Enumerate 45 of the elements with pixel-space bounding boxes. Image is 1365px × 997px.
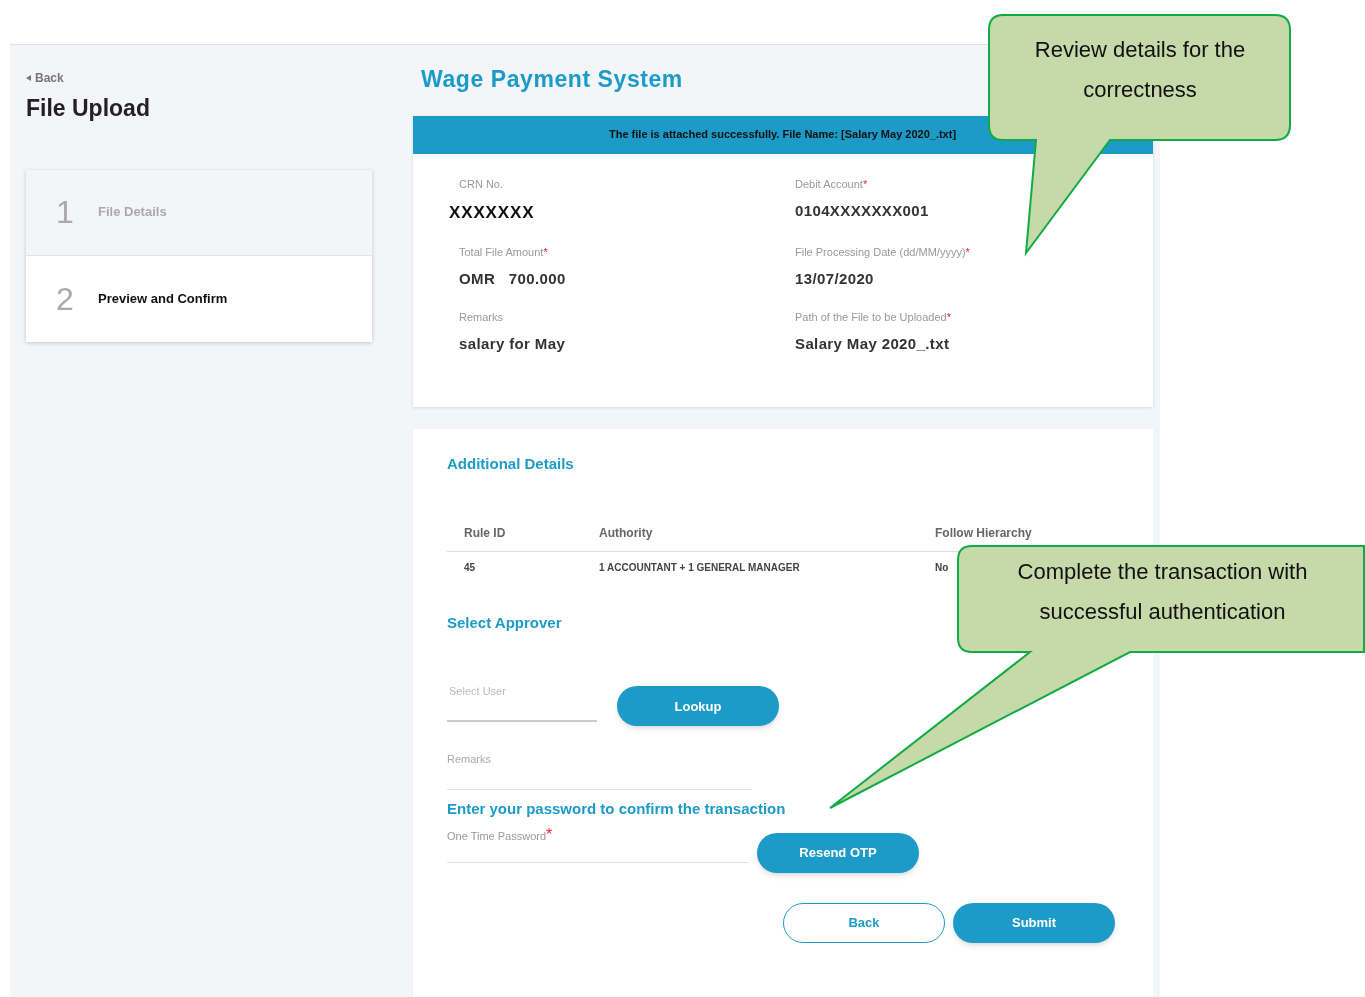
field-label: Total File Amount* xyxy=(459,244,549,260)
section-title: Enter your password to confirm the transaction xyxy=(447,799,787,820)
required-mark: * xyxy=(946,310,951,323)
page-title: File Upload xyxy=(26,94,151,123)
select-user-field[interactable]: Select User xyxy=(447,678,597,723)
field-value: 0104XXXXXXX001 xyxy=(795,201,930,221)
field-label: Remarks xyxy=(459,309,504,325)
banner-text: The file is attached successfully. File Name: [Salary May 2020_.txt] xyxy=(609,127,957,143)
column-header: Follow Hierarchy xyxy=(935,525,1032,543)
column-header: Rule ID xyxy=(464,525,506,543)
remarks-field[interactable]: Remarks xyxy=(447,746,752,791)
step-item[interactable]: 2 Preview and Confirm xyxy=(26,255,372,342)
step-item[interactable]: 1 File Details xyxy=(26,169,372,256)
step-number: 1 xyxy=(56,193,75,232)
step-label: File Details xyxy=(98,203,167,222)
required-mark: * xyxy=(862,177,868,190)
field-value: salary for May xyxy=(459,334,567,354)
back-link[interactable]: Back xyxy=(26,69,413,87)
required-mark: * xyxy=(965,245,970,258)
step-number: 2 xyxy=(56,279,75,319)
section-title: Additional Details xyxy=(447,454,575,475)
otp-field[interactable]: One Time Password* xyxy=(447,822,749,863)
field-label: Path of the File to be Uploaded* xyxy=(795,309,952,325)
callout-text: Complete the transaction with successful authentication xyxy=(1016,558,1309,626)
table-cell-text: 1 ACCOUNTANT + 1 GENERAL MANAGER xyxy=(599,561,800,576)
field-value: Salary May 2020_.txt xyxy=(795,334,951,354)
column-header: Authority xyxy=(599,525,653,543)
back-button[interactable]: Back xyxy=(783,902,945,943)
field-value: OMR 700.000 xyxy=(459,269,567,289)
table-cell-text: No xyxy=(935,561,949,576)
resend-otp-button[interactable]: Resend OTP xyxy=(757,832,919,873)
lookup-button[interactable]: Lookup xyxy=(617,686,779,727)
field-label: File Processing Date (dd/MM/yyyy)* xyxy=(795,244,971,260)
caret-icon xyxy=(26,75,31,81)
field-label: Debit Account* xyxy=(795,176,869,192)
app-title: Wage Payment System xyxy=(421,65,683,94)
step-label: Preview and Confirm xyxy=(98,289,228,308)
callout-text: Review details for the correctness xyxy=(1033,36,1247,104)
submit-button[interactable]: Submit xyxy=(953,902,1115,943)
required-mark: * xyxy=(543,245,548,258)
table-cell-text: 45 xyxy=(464,561,476,576)
field-label: CRN No. xyxy=(458,176,504,192)
required-mark: * xyxy=(546,825,553,843)
field-value: 13/07/2020 xyxy=(795,269,875,289)
field-value: XXXXXXX xyxy=(449,202,536,224)
